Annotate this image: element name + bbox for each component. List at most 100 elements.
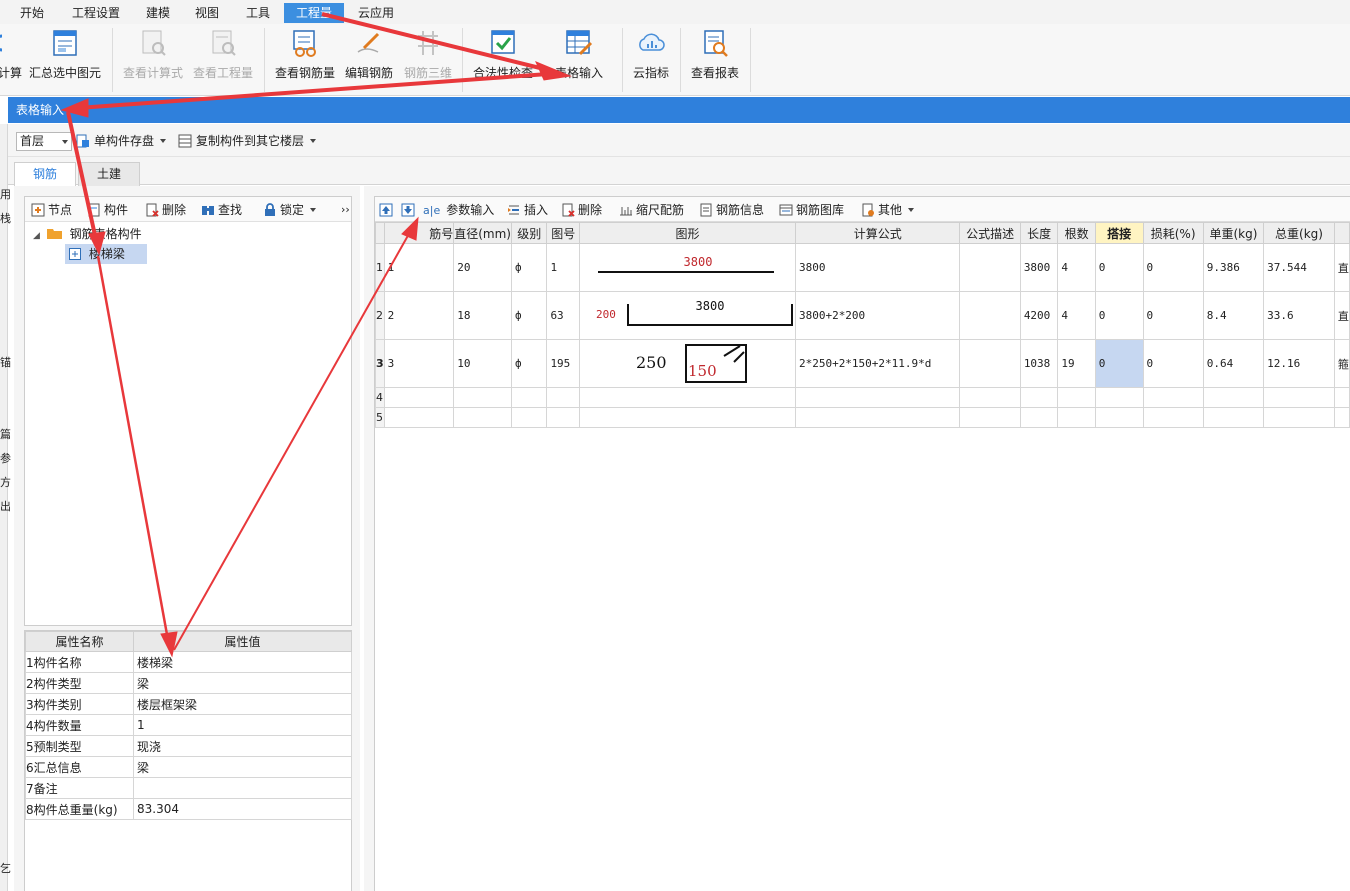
row-number[interactable]: 5 — [375, 407, 385, 428]
loss-cell[interactable]: 0 — [1142, 243, 1204, 292]
length-cell[interactable]: 1038 — [1019, 339, 1059, 388]
property-value[interactable] — [133, 777, 352, 799]
property-value[interactable]: 现浇 — [133, 735, 352, 757]
header-figure-no[interactable]: 图号 — [546, 222, 581, 244]
formula-desc-cell[interactable] — [959, 407, 1021, 428]
total-weight-cell[interactable]: 33.6 — [1263, 291, 1335, 340]
lap-cell[interactable]: 0 — [1094, 339, 1144, 388]
length-cell[interactable]: 3800 — [1019, 243, 1059, 292]
view-rebar-button[interactable]: 查看钢筋量 — [274, 28, 336, 90]
total-weight-cell[interactable]: 12.16 — [1263, 339, 1335, 388]
formula-desc-cell[interactable] — [959, 339, 1021, 388]
table-row[interactable]: 1 1 20 ф 1 3800 3800 3800 4 0 0 9.386 37.544 直 — [375, 243, 1350, 292]
header-length[interactable]: 长度 — [1019, 222, 1059, 244]
property-row[interactable]: 4构件数量 1 — [25, 714, 352, 736]
bar-no-cell[interactable] — [383, 407, 455, 428]
insert-button[interactable]: 插入 — [507, 201, 548, 219]
menu-start[interactable]: 开始 — [14, 4, 50, 22]
scale-rebar-button[interactable]: 缩尺配筋 — [619, 201, 684, 219]
count-cell[interactable] — [1057, 387, 1096, 408]
property-value[interactable]: 83.304 — [133, 798, 352, 820]
unit-weight-cell[interactable]: 8.4 — [1202, 291, 1265, 340]
table-row[interactable]: 5 — [375, 407, 1350, 428]
lap-cell[interactable]: 0 — [1094, 243, 1144, 292]
component-button[interactable]: 构件 — [87, 201, 128, 219]
header-formula[interactable]: 计算公式 — [794, 222, 961, 244]
formula-desc-cell[interactable] — [959, 387, 1021, 408]
property-row[interactable]: 6汇总信息梁 — [25, 756, 352, 778]
overflow-cell[interactable] — [1333, 387, 1350, 408]
tree-child-node[interactable]: 楼梯梁 — [65, 244, 147, 264]
figure-no-cell[interactable] — [546, 387, 581, 408]
header-grade[interactable]: 级别 — [510, 222, 548, 244]
formula-cell[interactable]: 3800+2*200 — [794, 291, 961, 340]
count-cell[interactable]: 4 — [1057, 243, 1096, 292]
header-count[interactable]: 根数 — [1057, 222, 1096, 244]
calculate-button-partial[interactable]: 计算 — [0, 28, 22, 90]
figure-no-cell[interactable]: 1 — [546, 243, 581, 292]
unit-weight-cell[interactable] — [1202, 387, 1265, 408]
property-value[interactable]: 梁 — [133, 672, 352, 694]
header-total-weight[interactable]: 总重(kg) — [1263, 222, 1335, 244]
property-row[interactable]: 7备注 — [25, 777, 352, 799]
menu-modeling[interactable]: 建模 — [140, 4, 176, 22]
delete-row-button[interactable]: 删除 — [561, 201, 602, 219]
row-number[interactable]: 2 — [375, 291, 385, 340]
unit-weight-cell[interactable]: 0.64 — [1202, 339, 1265, 388]
length-cell[interactable] — [1019, 387, 1059, 408]
figure-no-cell[interactable] — [546, 407, 581, 428]
shape-cell[interactable]: 3800 — [579, 243, 796, 292]
grade-cell[interactable]: ф — [510, 339, 548, 388]
formula-cell[interactable]: 2*250+2*150+2*11.9*d — [794, 339, 961, 388]
row-number[interactable]: 1 — [375, 243, 385, 292]
property-row[interactable]: 1构件名称 楼梯梁 — [25, 651, 352, 673]
grade-cell[interactable]: ф — [510, 291, 548, 340]
bar-no-cell[interactable]: 1 — [383, 243, 455, 292]
loss-cell[interactable]: 0 — [1142, 339, 1204, 388]
floor-select[interactable]: 首层 — [16, 132, 72, 151]
property-row[interactable]: 5预制类型 现浇 — [25, 735, 352, 757]
header-shape[interactable]: 图形 — [579, 222, 796, 244]
count-cell[interactable]: 19 — [1057, 339, 1096, 388]
header-loss[interactable]: 损耗(%) — [1142, 222, 1204, 244]
total-weight-cell[interactable] — [1263, 407, 1335, 428]
bar-no-cell[interactable]: 2 — [383, 291, 455, 340]
property-row[interactable]: 3构件类别 楼层框架梁 — [25, 693, 352, 715]
unit-weight-cell[interactable]: 9.386 — [1202, 243, 1265, 292]
property-value[interactable]: 1 — [133, 714, 352, 736]
overflow-cell[interactable]: 箍 — [1333, 339, 1350, 388]
other-button[interactable]: 其他 — [861, 201, 915, 219]
overflow-cell[interactable] — [1333, 407, 1350, 428]
table-row[interactable]: 4 — [375, 387, 1350, 408]
lap-cell[interactable]: 0 — [1094, 291, 1144, 340]
tab-rebar[interactable]: 钢筋 — [14, 162, 76, 187]
length-cell[interactable] — [1019, 407, 1059, 428]
formula-desc-cell[interactable] — [959, 243, 1021, 292]
figure-no-cell[interactable]: 63 — [546, 291, 581, 340]
loss-cell[interactable] — [1142, 387, 1204, 408]
property-row[interactable]: 2构件类型梁 — [25, 672, 352, 694]
property-value[interactable]: 梁 — [133, 756, 352, 778]
diameter-cell[interactable]: 10 — [453, 339, 512, 388]
table-row[interactable]: 2 2 18 ф 63 200 3800 3800+2*200 4200 4 0 0 8.4 33.6 直 — [375, 291, 1350, 340]
rebar-library-button[interactable]: 钢筋图库 — [779, 201, 844, 219]
formula-cell[interactable] — [794, 387, 961, 408]
row-number[interactable]: 3 — [375, 339, 385, 388]
delete-button[interactable]: 删除 — [145, 201, 186, 219]
rebar-3d-button[interactable]: 钢筋三维 — [402, 28, 454, 90]
formula-cell[interactable] — [794, 407, 961, 428]
diameter-cell[interactable]: 18 — [453, 291, 512, 340]
diameter-cell[interactable] — [453, 407, 512, 428]
header-formula-desc[interactable]: 公式描述 — [959, 222, 1021, 244]
menu-cloud-apps[interactable]: 云应用 — [352, 4, 400, 22]
legality-check-button[interactable]: 合法性检查 — [472, 28, 534, 90]
property-value[interactable]: 楼梯梁 — [133, 651, 352, 673]
table-row[interactable]: 3 3 10 ф 195 250 150 2*250+2*150+2*11.9*d 1038 19… — [375, 339, 1350, 388]
shape-cell[interactable] — [579, 387, 796, 408]
menu-view[interactable]: 视图 — [189, 4, 225, 22]
move-up-button[interactable] — [379, 201, 396, 219]
formula-cell[interactable]: 3800 — [794, 243, 961, 292]
parameter-input-button[interactable]: a|e 参数输入 — [423, 201, 494, 219]
unit-weight-cell[interactable] — [1202, 407, 1265, 428]
figure-no-cell[interactable]: 195 — [546, 339, 581, 388]
